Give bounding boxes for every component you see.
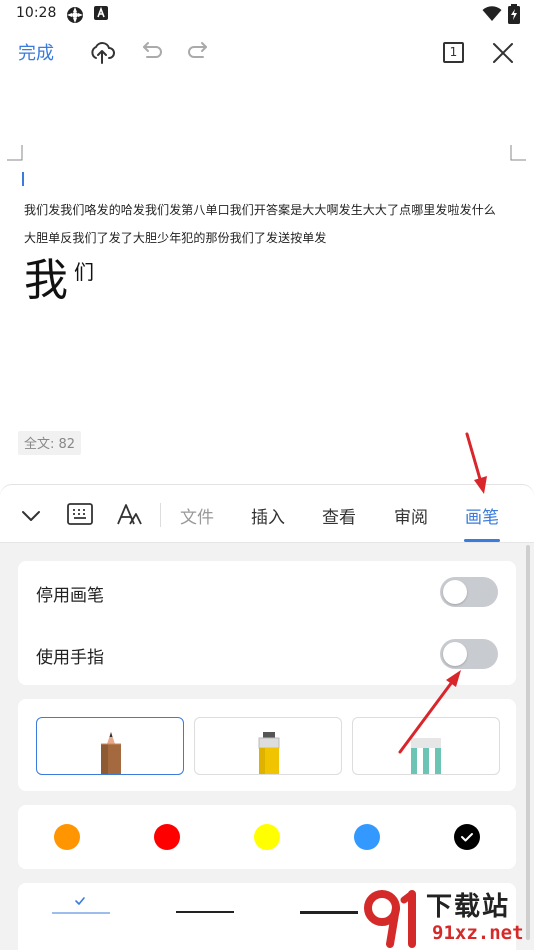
keyboard-icon[interactable] [67,503,93,525]
stroke-thin-option[interactable] [52,895,110,917]
use-finger-label: 使用手指 [36,648,104,668]
cloud-upload-icon[interactable] [88,38,116,66]
stroke-medium-option[interactable] [176,911,234,915]
battery-icon [508,4,520,24]
watermark-title: 下载站 [426,892,511,922]
pencil-icon [101,732,121,774]
pencil-option[interactable] [36,717,184,775]
use-finger-toggle[interactable] [440,639,498,669]
undo-icon[interactable] [137,38,163,64]
pen-settings-card: 停用画笔 使用手指 [18,561,516,685]
check-icon [461,833,473,842]
sync-icon [67,7,83,23]
panel-scrollbar[interactable] [526,545,530,940]
pen-type-card [18,699,516,791]
eraser-option[interactable] [352,717,500,775]
keyboard-a-icon [94,6,108,20]
crop-mark-left [7,145,23,161]
toggle-knob [443,642,467,666]
tab-view[interactable]: 查看 [322,503,356,528]
color-black[interactable] [454,824,480,850]
document-text-line: 大胆单反我们了发了大胆少年犯的那份我们了发送按单发 [24,231,327,245]
ribbon-tabbar: 文件 插入 查看 审阅 画笔 [0,485,534,543]
stroke-line [176,911,234,913]
document-area[interactable]: 我们发我们咯发的哈发我们发第八单口我们开答案是大大啊发生大大了点哪里发啦发什么 … [0,76,534,484]
page-count-button[interactable]: 1 [443,42,464,63]
bottom-panel: 文件 插入 查看 审阅 画笔 停用画笔 使用手指 [0,484,534,950]
status-bar: 10:28 [0,0,534,30]
crop-mark-right [510,145,526,161]
toggle-knob [443,580,467,604]
eraser-icon [411,738,441,774]
color-red[interactable] [154,824,180,850]
tab-insert[interactable]: 插入 [251,503,285,528]
page-count-text: 1 [449,45,458,59]
word-count-badge: 全文: 82 [18,431,82,455]
text-style-icon[interactable] [116,502,142,526]
chevron-down-icon[interactable] [20,505,42,527]
highlighter-option[interactable] [194,717,342,775]
top-toolbar: 完成 1 [0,30,534,76]
close-icon[interactable] [490,40,516,66]
color-orange[interactable] [54,824,80,850]
disable-pen-label: 停用画笔 [36,586,104,606]
redo-icon[interactable] [187,38,213,64]
tab-review[interactable]: 审阅 [394,503,428,528]
watermark: 下载站 91xz.net [360,884,534,950]
document-large-char: 我 [24,255,68,306]
color-blue[interactable] [354,824,380,850]
highlighter-icon [258,732,280,774]
stroke-thick-option[interactable] [300,911,358,915]
status-time: 10:28 [16,5,57,21]
wifi-icon [482,6,502,21]
check-icon [52,897,110,914]
tab-pen[interactable]: 画笔 [465,503,499,528]
text-cursor [22,172,24,186]
color-yellow[interactable] [254,824,280,850]
watermark-domain: 91xz.net [432,922,524,944]
tab-active-indicator [464,539,500,542]
document-text-line: 我们发我们咯发的哈发我们发第八单口我们开答案是大大啊发生大大了点哪里发啦发什么 [24,203,496,217]
stroke-line [300,911,358,914]
watermark-logo-icon [364,890,416,948]
tab-file[interactable]: 文件 [180,503,214,528]
color-card [18,805,516,869]
tab-separator [160,503,161,527]
document-superscript-char: 们 [74,260,94,284]
done-button[interactable]: 完成 [18,39,54,65]
disable-pen-toggle[interactable] [440,577,498,607]
